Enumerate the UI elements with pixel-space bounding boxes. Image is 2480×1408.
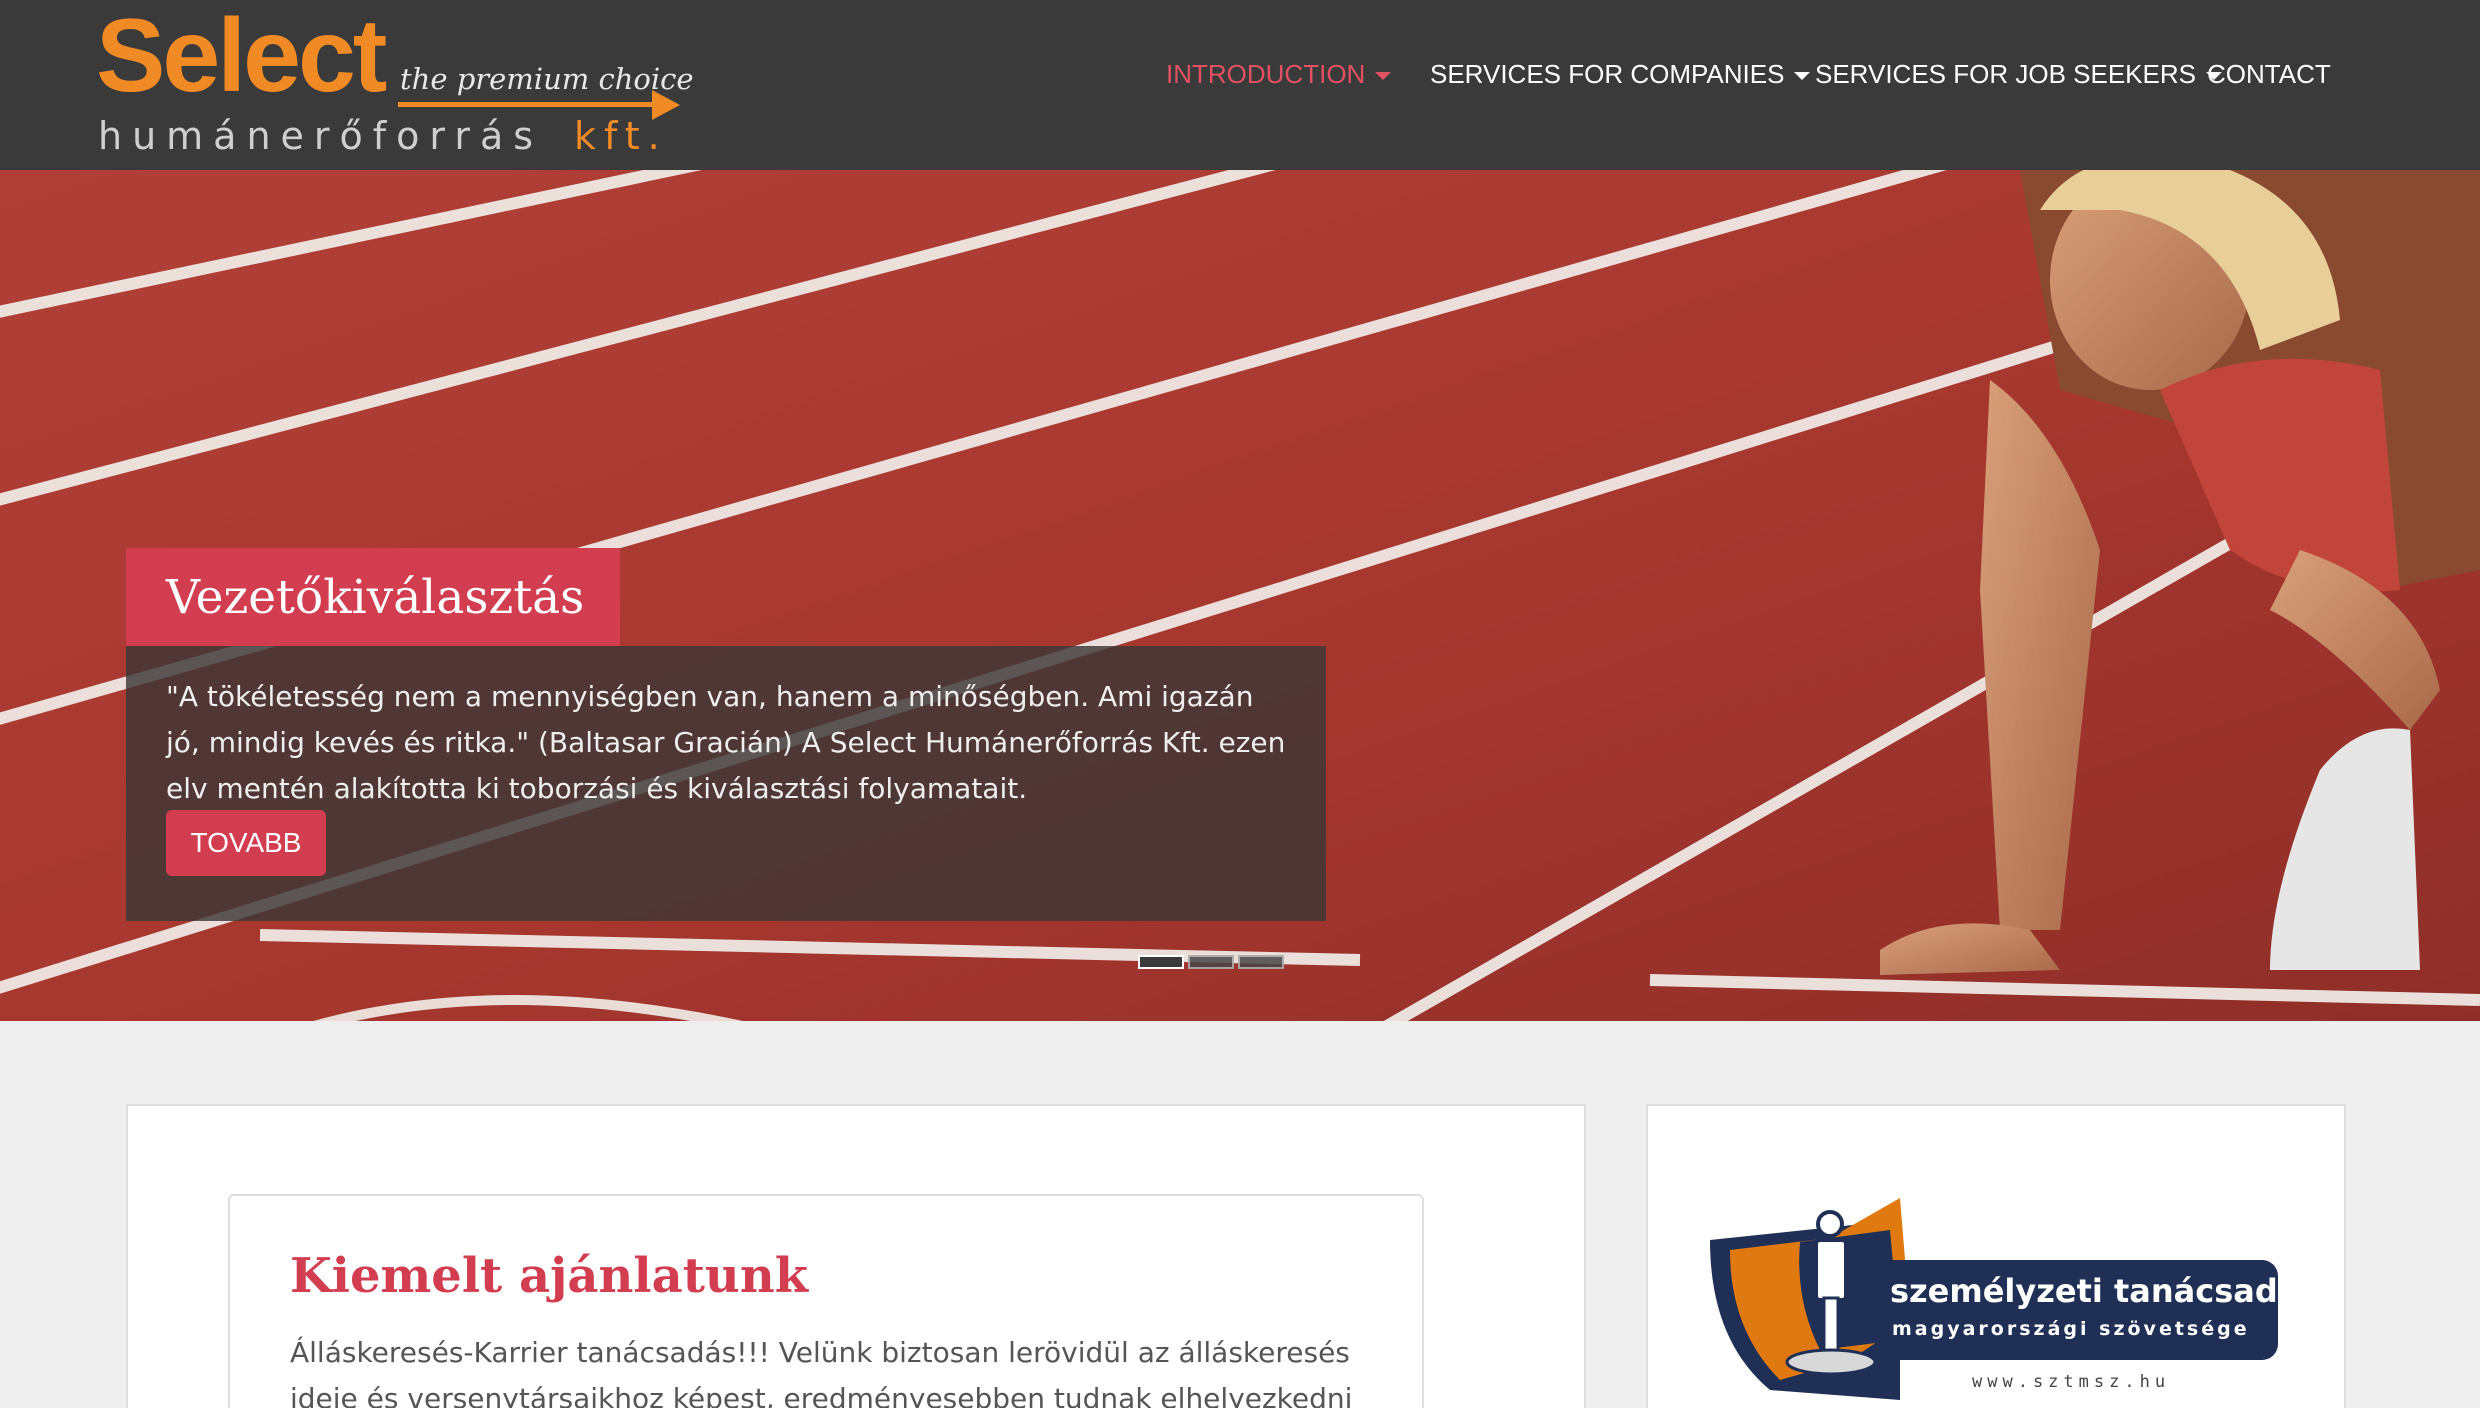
tovabb-button[interactable]: TOVABB — [166, 810, 326, 876]
sztmsz-line1: személyzeti tanácsadók — [1890, 1272, 2322, 1310]
nav-services-job-seekers[interactable]: SERVICES FOR JOB SEEKERS — [1815, 56, 2222, 92]
nav-introduction[interactable]: INTRODUCTION — [1166, 56, 1392, 92]
nav-services-companies[interactable]: SERVICES FOR COMPANIES — [1430, 56, 1811, 92]
logo-tagline: the premium choice — [400, 62, 694, 96]
logo-arrow-line — [398, 102, 658, 107]
top-navbar: Select the premium choice humánerőforrás… — [0, 0, 2480, 170]
slide-indicator-1[interactable] — [1138, 955, 1184, 969]
hero-caption-body: "A tökéletesség nem a mennyiségben van, … — [126, 646, 1326, 921]
logo-subtitle: humánerőforrás — [98, 114, 544, 158]
slider-indicators — [1138, 955, 1284, 969]
sztmsz-line2: magyarországi szövetsége — [1892, 1318, 2250, 1340]
nav-introduction-label: INTRODUCTION — [1166, 58, 1366, 89]
nav-services-companies-label: SERVICES FOR COMPANIES — [1430, 58, 1785, 89]
hero-caption-title: Vezetőkiválasztás — [126, 548, 620, 646]
sztmsz-url: www.sztmsz.hu — [1972, 1372, 2171, 1392]
chevron-down-icon — [1794, 71, 1811, 80]
slide-indicator-3[interactable] — [1238, 955, 1284, 969]
featured-offer-text: Álláskeresés-Karrier tanácsadás!!! Velün… — [290, 1336, 1353, 1408]
nav-contact-label: CONTACT — [2207, 58, 2331, 89]
nav-contact[interactable]: CONTACT — [2207, 56, 2331, 92]
hero-title-text: Vezetőkiválasztás — [166, 569, 585, 625]
logo-brand: Select — [96, 0, 387, 114]
logo-suffix: kft. — [574, 114, 668, 158]
hero-body-text: "A tökéletesség nem a mennyiségben van, … — [166, 680, 1286, 805]
slide-indicator-2[interactable] — [1188, 955, 1234, 969]
sztmsz-badge[interactable]: személyzeti tanácsadók magyarországi szö… — [1700, 1190, 2321, 1408]
nav-services-job-seekers-label: SERVICES FOR JOB SEEKERS — [1815, 58, 2196, 89]
featured-offer-title: Kiemelt ajánlatunk — [290, 1248, 808, 1304]
chevron-down-icon — [1375, 71, 1392, 80]
company-logo[interactable]: Select the premium choice humánerőforrás… — [96, 4, 696, 158]
